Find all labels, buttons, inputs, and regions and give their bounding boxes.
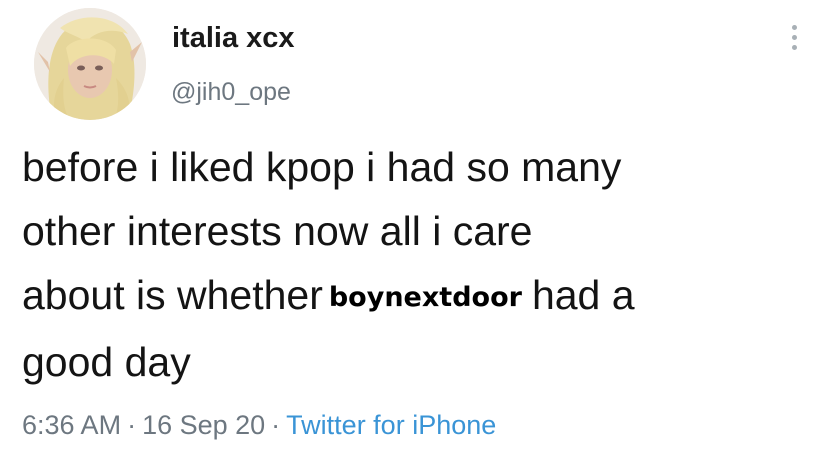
tweet-source-link[interactable]: Twitter for iPhone xyxy=(286,410,496,440)
tweet-time[interactable]: 6:36 AM xyxy=(22,410,121,440)
avatar[interactable] xyxy=(34,8,146,120)
dot xyxy=(792,25,797,30)
tweet-line-segment: about is whether xyxy=(22,272,323,318)
user-handle[interactable]: @jih0_ope xyxy=(171,78,291,107)
overlay-word: boynextdoor xyxy=(328,282,522,313)
tweet-line: about is whether boynextdoor had a xyxy=(22,263,812,330)
display-name[interactable]: italia xcx xyxy=(172,22,295,55)
more-options-icon[interactable] xyxy=(786,22,804,54)
tweet-line-segment: had a xyxy=(531,272,635,318)
tweet-line: other interests now all i care xyxy=(22,208,533,254)
tweet-line: before i liked kpop i had so many xyxy=(22,144,622,190)
avatar-image xyxy=(34,8,146,120)
tweet-card: italia xcx @jih0_ope before i liked kpop… xyxy=(0,0,828,459)
dot xyxy=(792,45,797,50)
tweet-line: good day xyxy=(22,339,191,385)
separator: · xyxy=(271,410,281,440)
tweet-meta: 6:36 AM · 16 Sep 20 · Twitter for iPhone xyxy=(22,410,496,441)
tweet-date[interactable]: 16 Sep 20 xyxy=(142,410,265,440)
dot xyxy=(792,35,797,40)
tweet-text: before i liked kpop i had so many other … xyxy=(22,135,812,394)
separator: · xyxy=(127,410,137,440)
